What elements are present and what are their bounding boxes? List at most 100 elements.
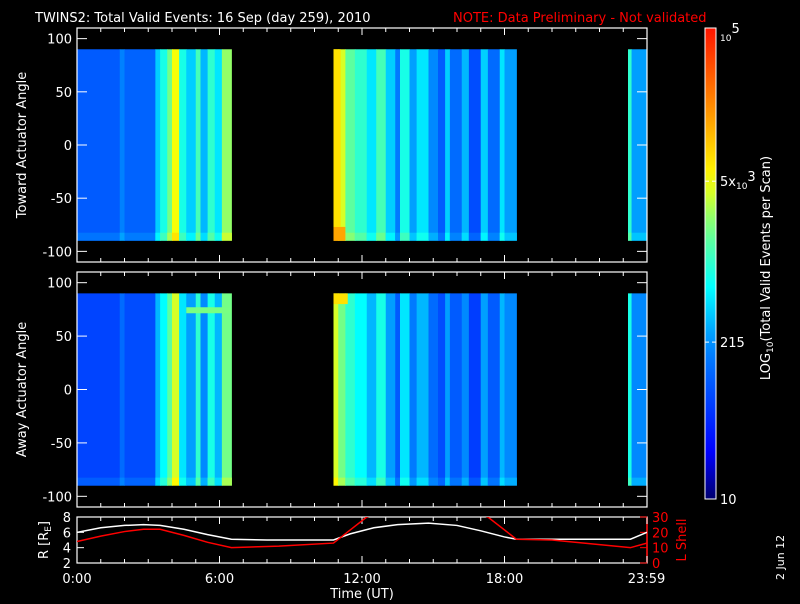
- heatmap-cell: [400, 232, 410, 241]
- y-tick-label-right: 30: [652, 511, 669, 526]
- heatmap-column: [400, 293, 410, 486]
- heatmap-cell: [186, 477, 197, 486]
- preliminary-note: NOTE: Data Preliminary - Not validated: [453, 11, 707, 26]
- heatmap-cell: [409, 232, 418, 241]
- heatmap-column: [416, 49, 429, 241]
- tick-text: 10: [720, 493, 737, 508]
- colorbar-tick-label: 10: [720, 493, 737, 508]
- y-tick-label-left: 6: [63, 526, 71, 541]
- heatmap-column: [416, 293, 429, 486]
- heatmap-cell: [449, 477, 463, 486]
- heatmap-column: [172, 293, 180, 486]
- heatmap-column: [333, 293, 339, 486]
- x-tick-label: 23:59: [628, 572, 665, 587]
- heatmap-cell: [155, 232, 161, 241]
- y-tick-label: 50: [55, 86, 72, 101]
- label-part: (Total Valid Events per Scan): [759, 156, 774, 342]
- heatmap-cell: [416, 477, 429, 486]
- heatmap-column: [487, 49, 501, 241]
- heatmap-column: [395, 49, 401, 241]
- heatmap-cell: [631, 232, 648, 241]
- heatmap-cell: [167, 477, 173, 486]
- heatmap-column: [366, 49, 377, 241]
- heatmap-cell: [468, 232, 482, 241]
- heatmap-cell: [438, 477, 446, 486]
- y-tick-label-right: 20: [652, 526, 669, 541]
- heatmap-column: [400, 49, 410, 241]
- heatmap-cell: [186, 307, 232, 314]
- heatmap-column: [354, 293, 368, 486]
- y-tick-label: 0: [64, 139, 72, 154]
- heatmap-cell: [160, 477, 168, 486]
- heatmap-cell: [385, 477, 396, 486]
- tick-prefix: 5x: [720, 175, 736, 190]
- heatmap-column: [167, 293, 173, 486]
- heatmap-column: [155, 293, 161, 486]
- heatmap-cell: [395, 232, 401, 241]
- y-tick-label: 100: [47, 277, 72, 292]
- heatmap-column: [449, 49, 463, 241]
- heatmap-column: [200, 49, 209, 241]
- heatmap-cell: [480, 477, 489, 486]
- heatmap-column: [445, 49, 451, 241]
- heatmap-cell: [504, 477, 517, 486]
- heatmap-column: [345, 49, 356, 241]
- heatmap-cell: [124, 477, 156, 486]
- heatmap-column: [409, 49, 418, 241]
- heatmap-column: [504, 293, 517, 486]
- heatmap-column: [499, 293, 505, 486]
- heatmap-column: [480, 293, 489, 486]
- heatmap-column: [366, 293, 377, 486]
- heatmap-column: [214, 293, 223, 486]
- heatmap-column: [461, 49, 470, 241]
- heatmap-column: [438, 49, 446, 241]
- heatmap-cell: [77, 477, 121, 486]
- x-tick-label: 18:00: [486, 572, 523, 587]
- heatmap-cell: [499, 477, 505, 486]
- heatmap-cell: [214, 232, 223, 241]
- date-stamp: 2 Jun 12: [774, 535, 787, 580]
- heatmap-column: [438, 293, 446, 486]
- heatmap-column: [504, 49, 517, 241]
- heatmap-column: [487, 293, 501, 486]
- heatmap-column: [119, 49, 125, 241]
- heatmap-cell: [195, 232, 201, 241]
- label-part: LOG: [759, 353, 774, 380]
- y-axis-label: Toward Actuator Angle: [15, 72, 30, 219]
- heatmap-column: [345, 293, 356, 486]
- y-tick-label-left: 8: [63, 511, 71, 526]
- heatmap-column: [480, 49, 489, 241]
- heatmap-cell: [376, 477, 387, 486]
- heatmap-cell: [366, 477, 377, 486]
- heatmap-column: [395, 293, 401, 486]
- heatmap-cell: [167, 232, 173, 241]
- heatmap-column: [354, 49, 368, 241]
- y-tick-label: -50: [51, 192, 72, 207]
- heatmap-cell: [376, 232, 387, 241]
- y-axis-label-right: L Shell: [675, 518, 690, 561]
- heatmap-cell: [333, 49, 341, 227]
- heatmap-cell: [221, 232, 232, 241]
- heatmap-column: [179, 293, 187, 486]
- label-part: 10: [766, 341, 776, 353]
- tick-base: 10: [736, 182, 748, 192]
- heatmap-cell: [172, 232, 180, 241]
- tick-base: 10: [720, 34, 732, 44]
- heatmap-cell: [428, 232, 439, 241]
- y-tick-label: -100: [42, 490, 72, 505]
- y-tick-label: 50: [55, 330, 72, 345]
- heatmap-cell: [445, 232, 451, 241]
- heatmap-cell: [179, 232, 187, 241]
- heatmap-column: [428, 293, 439, 486]
- heatmap-cell: [400, 477, 410, 486]
- heatmap-cell: [179, 477, 187, 486]
- heatmap-cell: [445, 477, 451, 486]
- heatmap-cell: [77, 232, 121, 241]
- label-part: R [R: [37, 532, 52, 559]
- heatmap-cell: [338, 477, 346, 486]
- heatmap-column: [124, 49, 156, 241]
- y-tick-label: -100: [42, 245, 72, 260]
- colorbar-scale: [704, 27, 717, 500]
- plot-title: TWINS2: Total Valid Events: 16 Sep (day …: [34, 11, 371, 26]
- heatmap-cell: [428, 477, 439, 486]
